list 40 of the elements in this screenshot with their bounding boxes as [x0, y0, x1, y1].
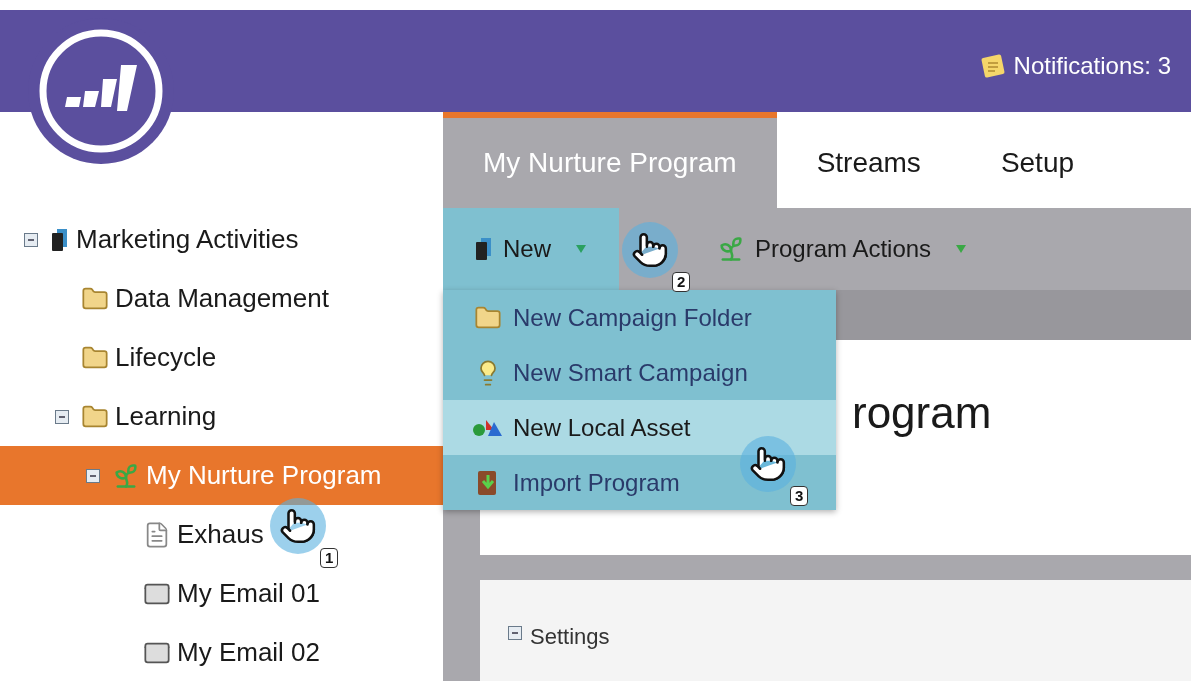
step-number: 3 — [790, 486, 809, 506]
tree-item[interactable]: Learning — [0, 387, 217, 446]
caret-icon — [955, 244, 968, 254]
sprout-icon — [112, 461, 140, 490]
step-number: 1 — [320, 548, 339, 568]
page-title: rogram — [852, 387, 992, 439]
tree-item[interactable]: Marketing Activities — [0, 210, 299, 269]
binder-icon — [50, 227, 70, 252]
menu-item[interactable]: New Smart Campaign — [443, 345, 756, 400]
tree-label: Exhaus — [177, 518, 264, 551]
tree-label: Data Management — [115, 282, 329, 315]
tree-label: My Email 02 — [177, 636, 321, 669]
step-number: 2 — [672, 272, 691, 292]
tree-item[interactable]: Data Management — [0, 269, 329, 328]
menu-item[interactable]: Import Program — [443, 455, 688, 510]
hand-pointer-icon — [749, 445, 787, 483]
toolbar-button[interactable]: New — [443, 208, 619, 290]
settings-label[interactable]: Settings — [530, 620, 610, 653]
hand-pointer-icon — [279, 507, 317, 545]
tree-label: Marketing Activities — [76, 223, 299, 256]
tree-item[interactable]: My Email 02 — [0, 623, 321, 681]
tree-label: Lifecycle — [115, 341, 217, 374]
collapse-toggle[interactable] — [24, 232, 38, 247]
notifications-link[interactable]: Notifications: 3 — [1013, 48, 1171, 84]
tree-item[interactable]: Exhaus — [0, 505, 264, 564]
collapse-toggle[interactable] — [86, 468, 100, 483]
tree-item[interactable]: My Email 01 — [0, 564, 321, 623]
binder-icon — [475, 237, 493, 261]
note-icon — [979, 54, 1006, 78]
hand-pointer-icon — [631, 231, 669, 269]
menu-item[interactable]: New Local Asset — [443, 400, 836, 455]
sprout-icon — [717, 235, 745, 263]
tree-label: My Email 01 — [177, 577, 321, 610]
tree-label: My Nurture Program — [146, 459, 382, 492]
menu-item[interactable]: New Campaign Folder — [443, 290, 760, 345]
collapse-toggle[interactable] — [508, 626, 522, 640]
tree-item[interactable]: Lifecycle — [0, 328, 217, 387]
tree-label: Learning — [115, 400, 217, 433]
collapse-toggle[interactable] — [55, 409, 69, 424]
caret-icon — [575, 244, 587, 254]
